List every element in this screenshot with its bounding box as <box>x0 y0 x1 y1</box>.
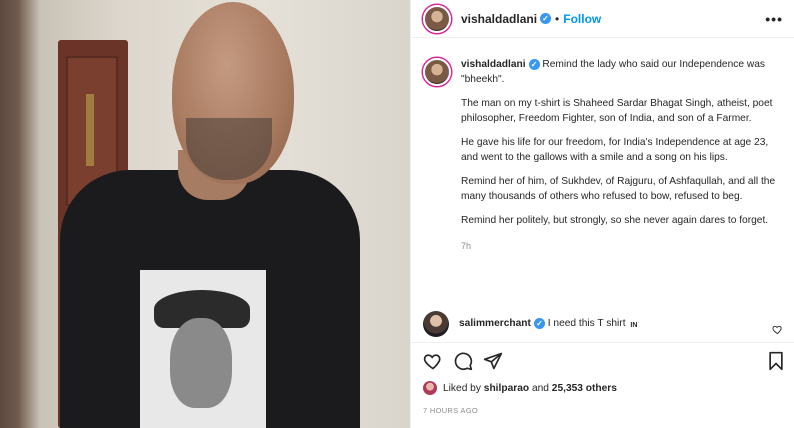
commenter-username[interactable]: salimmerchant <box>459 319 531 330</box>
caption-body: vishaldadlani ✓ Remind the lady who said … <box>461 58 787 253</box>
comment-like-heart-icon[interactable] <box>772 324 783 335</box>
heart-icon[interactable] <box>423 351 443 371</box>
post-header: vishaldadlani ✓ • Follow ••• <box>411 0 794 38</box>
verified-badge-icon: ✓ <box>528 58 540 70</box>
portrait-face <box>170 318 232 408</box>
author-username[interactable]: vishaldadlani <box>461 12 537 26</box>
tshirt-print-portrait <box>140 270 266 428</box>
post-caption: vishaldadlani ✓ Remind the lady who said … <box>423 58 789 253</box>
comment-text-block: salimmerchant ✓ I need this T shirt IN <box>459 318 638 330</box>
verified-badge-icon: ✓ <box>540 13 552 24</box>
likes-count[interactable]: 25,353 others <box>552 383 617 394</box>
likes-conjunction: and <box>531 382 549 394</box>
commenter-avatar[interactable] <box>423 311 449 337</box>
post-photo[interactable] <box>0 0 410 428</box>
flag-emoji: IN <box>630 321 638 329</box>
follow-button[interactable]: Follow <box>563 12 601 26</box>
liker-username[interactable]: shilparao <box>484 383 529 394</box>
caption-paragraph: He gave his life for our freedom, for In… <box>461 137 769 163</box>
comment-icon[interactable] <box>453 351 473 371</box>
likes-prefix: Liked by <box>443 382 481 394</box>
liker-avatar[interactable] <box>423 381 437 395</box>
caption-paragraph: The man on my t-shirt is Shaheed Sardar … <box>461 98 773 124</box>
caption-author-avatar[interactable] <box>423 58 451 86</box>
header-separator: • <box>555 11 560 26</box>
post-timestamp[interactable]: 7 HOURS AGO <box>423 406 478 415</box>
comment-text: I need this T shirt <box>547 318 626 330</box>
verified-badge-icon: ✓ <box>533 318 545 330</box>
bookmark-icon[interactable] <box>766 351 786 371</box>
comment-row: salimmerchant ✓ I need this T shirt IN <box>423 306 789 342</box>
caption-time[interactable]: 7h <box>461 239 787 254</box>
likes-row: Liked by shilparao and 25,353 others <box>423 381 617 395</box>
author-avatar[interactable] <box>423 4 451 33</box>
share-icon[interactable] <box>483 351 503 371</box>
more-options-icon[interactable]: ••• <box>765 11 783 27</box>
caption-paragraph: Remind her politely, but strongly, so sh… <box>461 215 769 226</box>
caption-username[interactable]: vishaldadlani <box>461 59 526 70</box>
photo-door-hinge <box>86 94 94 166</box>
post-side-panel: vishaldadlani ✓ • Follow ••• vishaldadla… <box>410 0 794 428</box>
caption-paragraph: Remind her of him, of Sukhdev, of Rajgur… <box>461 176 776 202</box>
caption-first-paragraph: vishaldadlani ✓ Remind the lady who said … <box>461 58 787 87</box>
post-action-bar <box>411 342 794 378</box>
